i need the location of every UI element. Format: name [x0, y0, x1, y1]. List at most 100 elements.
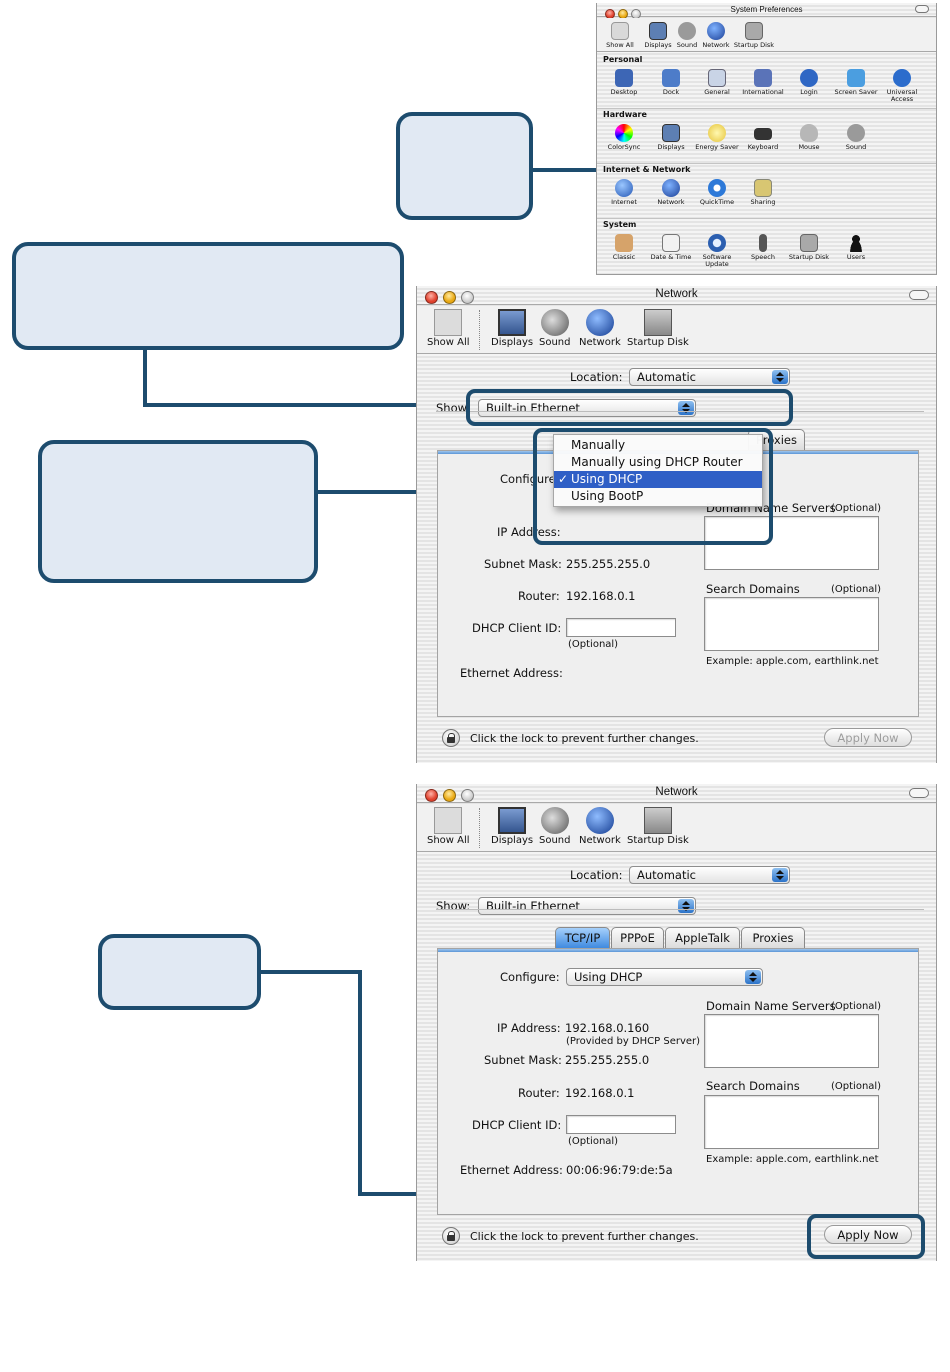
pref-date-time[interactable]: Date & Time	[648, 234, 694, 261]
connector-apply-1	[261, 970, 362, 974]
pref-users[interactable]: Users	[833, 234, 879, 261]
toolbar-network[interactable]: Network	[579, 807, 621, 846]
pref-mouse[interactable]: Mouse	[786, 124, 832, 151]
search-domains-field[interactable]	[704, 597, 879, 651]
pref-general[interactable]: General	[694, 69, 740, 96]
section-personal: Personal	[603, 55, 643, 64]
pref-startup-disk[interactable]: Startup Disk	[786, 234, 832, 261]
location-popup[interactable]: Automatic	[629, 866, 790, 884]
tab-proxies[interactable]: Proxies	[741, 927, 805, 948]
location-popup[interactable]: Automatic	[629, 368, 790, 386]
configure-label: Configure:	[500, 970, 560, 984]
toolbar-show-all[interactable]: Show All	[427, 807, 470, 846]
lock-icon[interactable]	[442, 1227, 460, 1245]
toolbar-toggle-button[interactable]	[909, 788, 929, 798]
system-preferences-window: System Preferences Show All Displays Sou…	[596, 3, 937, 275]
disk-icon	[643, 309, 672, 336]
pref-sound[interactable]: Sound	[833, 124, 879, 151]
speaker-icon	[847, 124, 865, 142]
toolbar-startup-disk[interactable]: Startup Disk	[627, 309, 689, 348]
pref-universal-access[interactable]: Universal Access	[879, 69, 925, 103]
toolbar-separator	[479, 310, 480, 350]
tab-appletalk[interactable]: AppleTalk	[665, 927, 740, 948]
pref-desktop[interactable]: Desktop	[601, 69, 647, 96]
pref-quicktime[interactable]: QuickTime	[694, 179, 740, 206]
pref-speech[interactable]: Speech	[740, 234, 786, 261]
pref-internet[interactable]: Internet	[601, 179, 647, 206]
ethernet-address-value: 00:06:96:79:de:5a	[566, 1163, 673, 1177]
toolbar-startup-disk[interactable]: Startup Disk	[627, 807, 689, 846]
pref-energy-saver[interactable]: Energy Saver	[694, 124, 740, 151]
toolbar-show-all[interactable]: Show All	[427, 309, 470, 348]
pref-software-update[interactable]: Software Update	[694, 234, 740, 268]
dhcp-client-id-field[interactable]	[566, 1115, 676, 1134]
disk-icon	[643, 807, 672, 834]
dns-optional-label: (Optional)	[831, 1001, 882, 1012]
pref-network[interactable]: Network	[648, 179, 694, 206]
show-popup[interactable]: Built-in Ethernet	[478, 897, 696, 915]
toolbar-displays[interactable]: Displays	[491, 807, 533, 846]
pref-displays[interactable]: Displays	[648, 124, 694, 151]
dhcp-client-id-field[interactable]	[566, 618, 676, 637]
flag-icon	[754, 69, 772, 87]
pref-sharing[interactable]: Sharing	[740, 179, 786, 206]
pref-colorsync[interactable]: ColorSync	[601, 124, 647, 151]
example-text: Example: apple.com, earthlink.net	[706, 1154, 879, 1165]
screen-saver-icon	[847, 69, 865, 87]
disk-icon	[745, 22, 763, 40]
section-hardware: Hardware	[603, 110, 647, 119]
globe-icon	[585, 807, 614, 834]
pref-screen-saver[interactable]: Screen Saver	[833, 69, 879, 96]
location-label: Location:	[570, 370, 623, 384]
show-label: Show:	[436, 899, 471, 913]
apply-now-button[interactable]: Apply Now	[824, 728, 912, 747]
search-domains-field[interactable]	[704, 1095, 879, 1149]
classic-icon	[615, 234, 633, 252]
toolbar-displays[interactable]: Displays	[491, 309, 533, 348]
speaker-icon	[540, 309, 569, 336]
ip-address-label: IP Address:	[497, 1021, 561, 1035]
toolbar-network[interactable]: Network	[579, 309, 621, 348]
desktop-icon	[615, 69, 633, 87]
apple-icon	[434, 807, 463, 834]
search-optional-label: (Optional)	[831, 584, 882, 595]
dns-label: Domain Name Servers	[706, 999, 836, 1013]
pref-login[interactable]: Login	[786, 69, 832, 96]
toolbar-toggle-button[interactable]	[915, 5, 929, 13]
toolbar-sound[interactable]: Sound	[539, 309, 571, 348]
subnet-mask-label: Subnet Mask:	[484, 557, 562, 571]
router-label: Router:	[518, 589, 560, 603]
dhcp-client-id-label: DHCP Client ID:	[472, 621, 562, 635]
popup-arrows-icon	[745, 970, 761, 984]
lock-icon[interactable]	[442, 729, 460, 747]
clock-icon	[662, 234, 680, 252]
sharing-icon	[754, 179, 772, 197]
window-title: System Preferences	[730, 5, 803, 14]
pref-dock[interactable]: Dock	[648, 69, 694, 96]
tab-tcpip[interactable]: TCP/IP	[555, 927, 610, 948]
dns-field[interactable]	[704, 1014, 879, 1068]
title-bar: System Preferences	[597, 3, 936, 19]
pref-international[interactable]: International	[740, 69, 786, 96]
title-bar: Network	[417, 784, 936, 803]
monitor-icon	[662, 124, 680, 142]
connector-apply-2	[358, 970, 362, 1196]
pref-keyboard[interactable]: Keyboard	[740, 124, 786, 151]
popup-arrows-icon	[772, 868, 788, 882]
quicktime-icon	[708, 179, 726, 197]
connector-show-v	[143, 350, 147, 407]
pref-classic[interactable]: Classic	[601, 234, 647, 261]
toolbar-sound[interactable]: Sound	[539, 807, 571, 846]
callout-apply	[98, 934, 261, 1010]
section-system: System	[603, 220, 637, 229]
configure-popup[interactable]: Using DHCP	[566, 968, 763, 986]
user-icon	[847, 234, 865, 252]
network-window-applied: Network Show All Displays Sound Network …	[416, 784, 937, 1261]
toolbar-startup-disk[interactable]: Startup Disk	[731, 22, 777, 49]
speaker-icon	[540, 807, 569, 834]
ethernet-address-label: Ethernet Address:	[460, 1163, 563, 1177]
tab-pppoe[interactable]: PPPoE	[611, 927, 664, 948]
subnet-mask-value: 255.255.255.0	[565, 1053, 650, 1067]
router-label: Router:	[518, 1086, 560, 1100]
toolbar-toggle-button[interactable]	[909, 290, 929, 300]
